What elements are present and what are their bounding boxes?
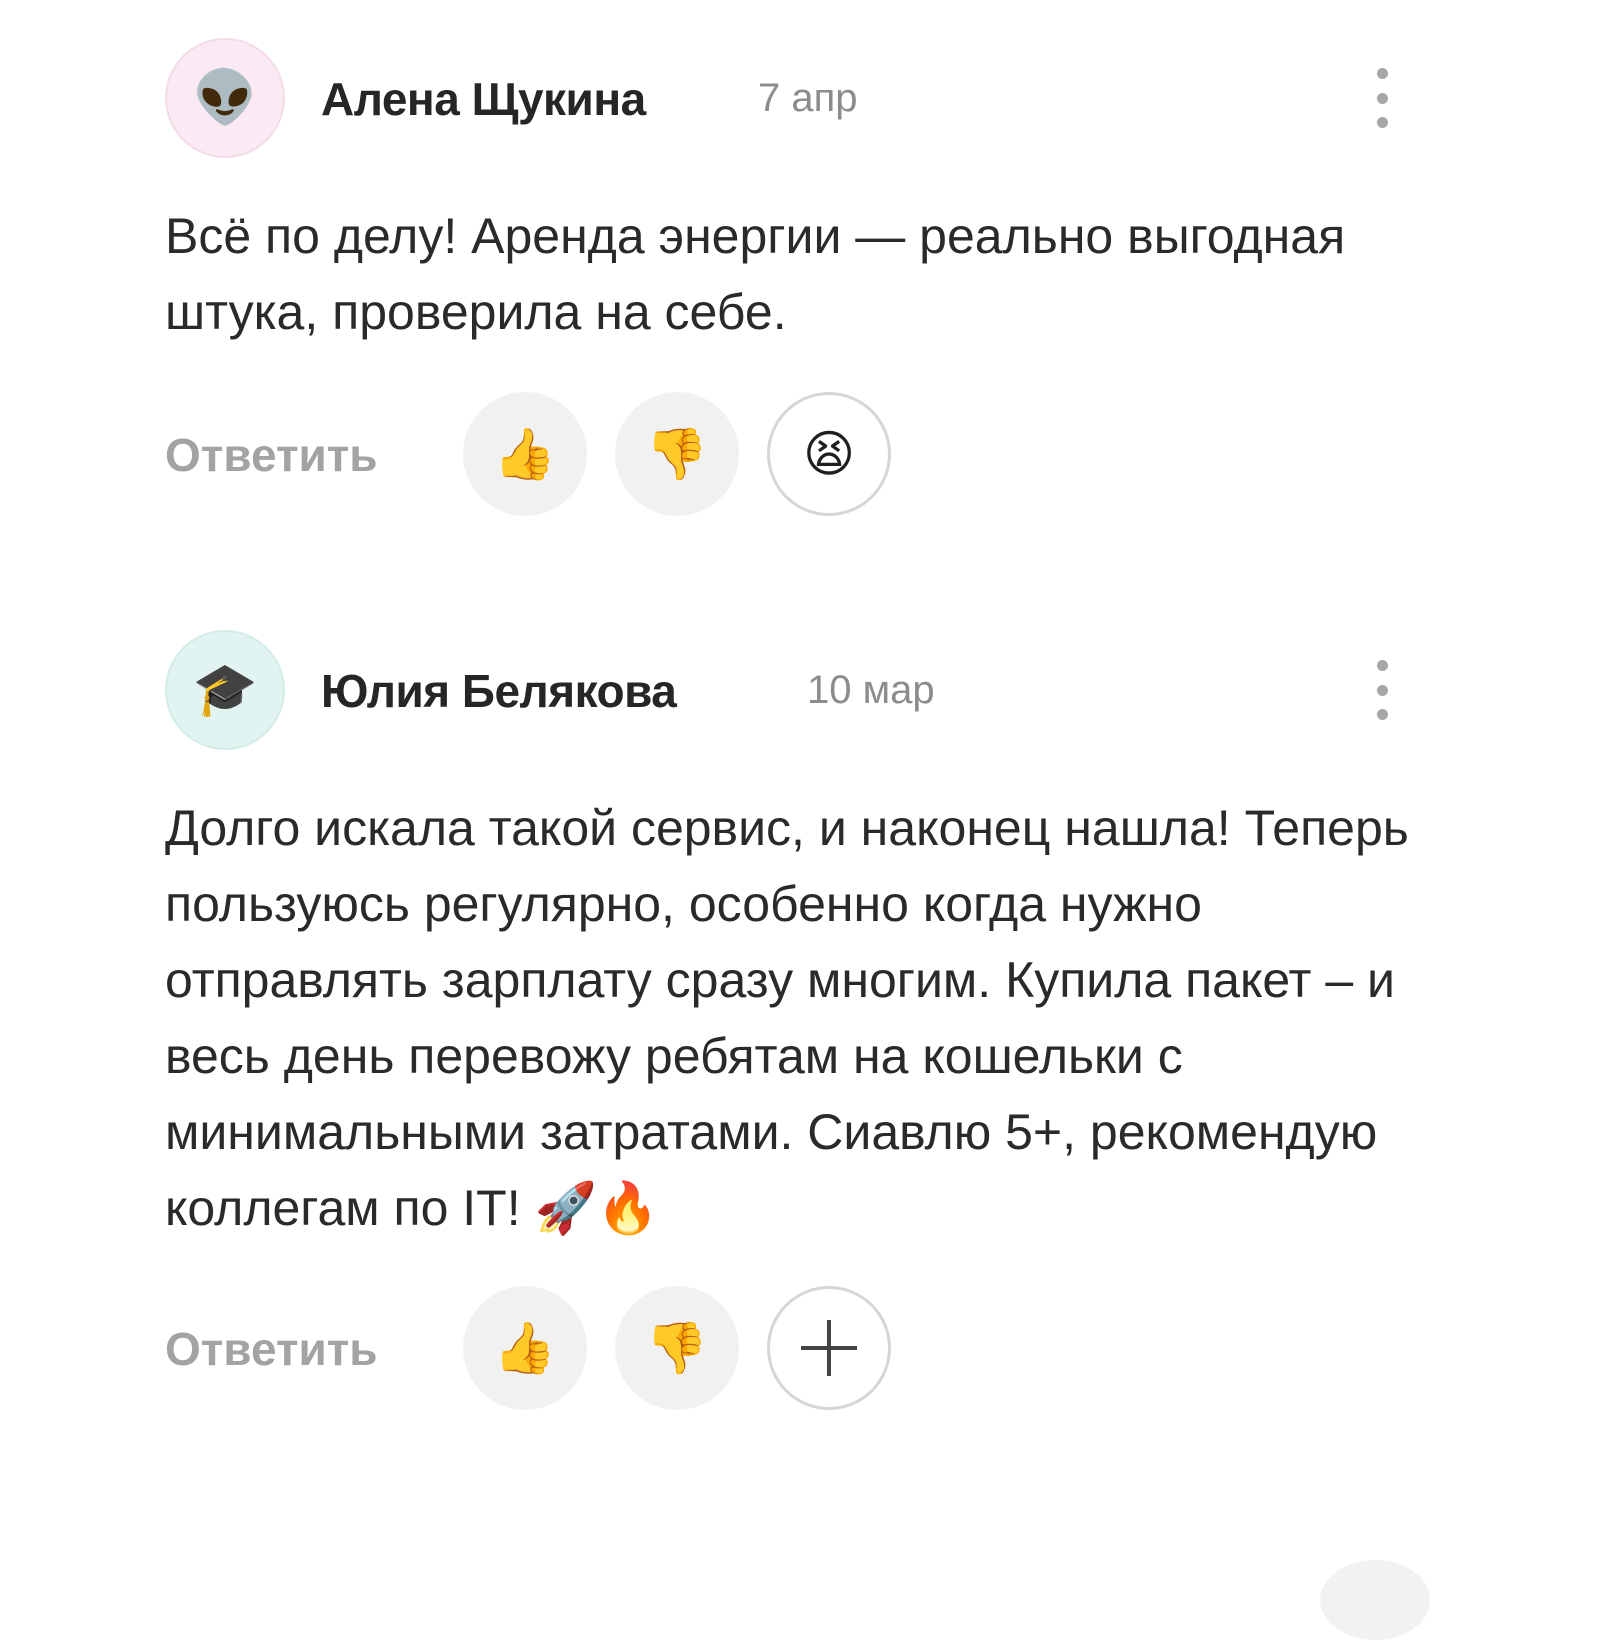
reply-button[interactable]: Ответить bbox=[165, 428, 378, 482]
comment-date: 7 апр bbox=[758, 76, 858, 120]
thumbs-down-icon: 👎 bbox=[645, 425, 709, 482]
comment-actions: Ответить 👍 👎 😫 bbox=[165, 392, 1415, 516]
plus-icon bbox=[801, 1320, 857, 1376]
more-dot bbox=[1376, 684, 1388, 696]
comment-header: 🎓 Юлия Белякова 10 мар bbox=[165, 630, 1415, 754]
dislike-button[interactable]: 👎 bbox=[615, 1286, 739, 1410]
more-options-button[interactable] bbox=[1367, 68, 1397, 128]
add-reaction-button[interactable] bbox=[767, 1286, 891, 1410]
comment-actions: Ответить 👍 👎 bbox=[165, 1286, 1415, 1410]
partial-avatar bbox=[1320, 1560, 1430, 1640]
more-options-button[interactable] bbox=[1367, 660, 1397, 720]
comment-date: 10 мар bbox=[807, 668, 935, 712]
more-dot bbox=[1376, 92, 1388, 104]
more-dot bbox=[1376, 709, 1388, 720]
tired-face-icon: 😫 bbox=[802, 426, 856, 482]
comment-text: Всё по делу! Аренда энергии — реально вы… bbox=[165, 208, 1346, 340]
thumbs-down-icon: 👎 bbox=[645, 1319, 709, 1376]
author-name[interactable]: Юлия Белякова bbox=[321, 664, 677, 718]
more-dot bbox=[1376, 117, 1388, 128]
graduation-cap-icon: 🎓 bbox=[192, 661, 258, 719]
comment-header: 👽 Алена Щукина 7 апр bbox=[165, 38, 1415, 162]
like-button[interactable]: 👍 bbox=[463, 1286, 587, 1410]
author-name[interactable]: Алена Щукина bbox=[321, 72, 646, 126]
like-button[interactable]: 👍 bbox=[463, 392, 587, 516]
more-dot bbox=[1376, 68, 1388, 79]
comment: 🎓 Юлия Белякова 10 мар Долго искала тако… bbox=[165, 630, 1415, 1410]
avatar[interactable]: 🎓 bbox=[165, 630, 285, 750]
avatar[interactable]: 👽 bbox=[165, 38, 285, 158]
reaction-button[interactable]: 😫 bbox=[767, 392, 891, 516]
dislike-button[interactable]: 👎 bbox=[615, 392, 739, 516]
thumbs-up-icon: 👍 bbox=[493, 1319, 557, 1376]
comment: 👽 Алена Щукина 7 апр Всё по делу! Аренда… bbox=[165, 38, 1415, 516]
thumbs-up-icon: 👍 bbox=[493, 425, 557, 482]
reply-button[interactable]: Ответить bbox=[165, 1322, 378, 1376]
alien-face-icon: 👽 bbox=[192, 69, 258, 127]
more-dot bbox=[1376, 660, 1388, 671]
comment-text: Долго искала такой сервис, и наконец наш… bbox=[165, 800, 1409, 1236]
